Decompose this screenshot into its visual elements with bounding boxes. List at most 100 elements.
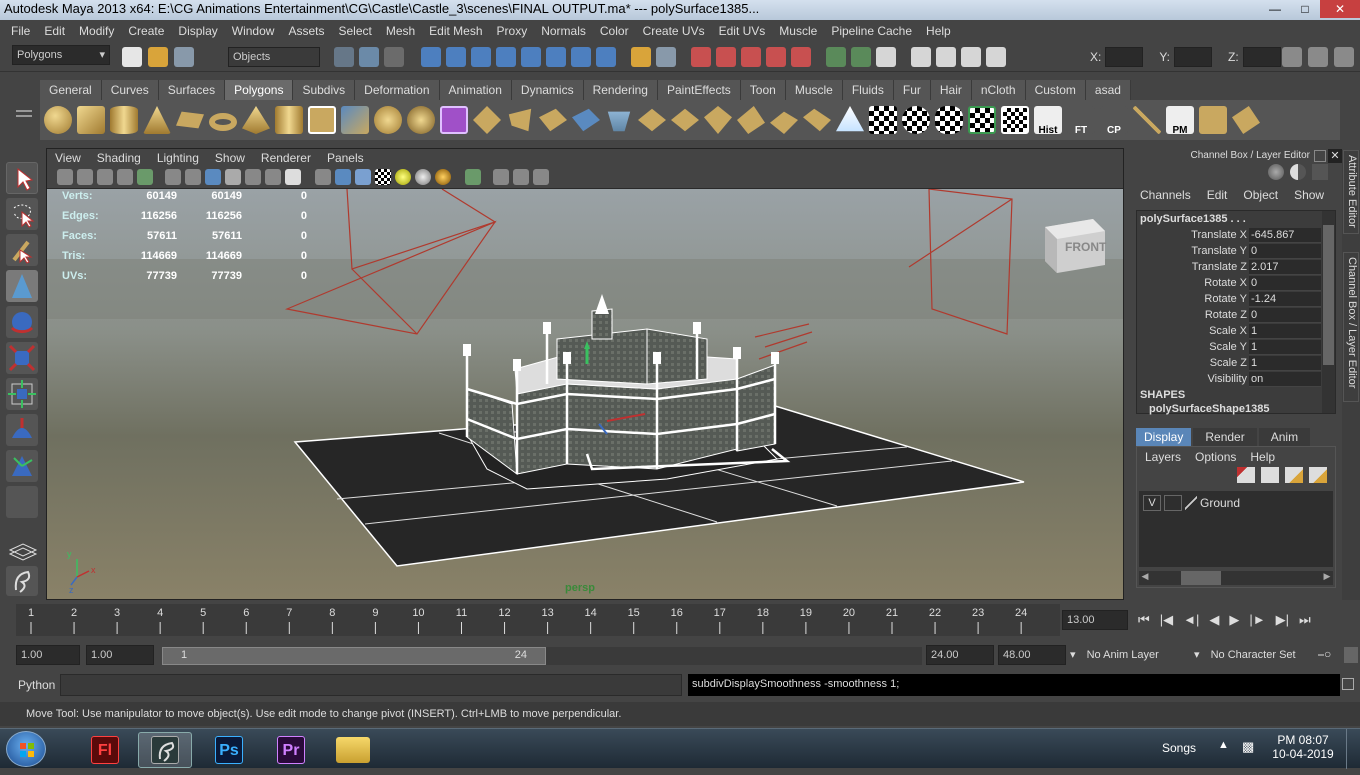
- taskbar-app-flash[interactable]: Fl: [78, 732, 132, 768]
- shelf-tab-custom[interactable]: Custom: [1025, 80, 1086, 100]
- uv-planar-map-icon[interactable]: [1001, 106, 1029, 134]
- split-polygon-icon[interactable]: [572, 108, 600, 132]
- snap-point-icon[interactable]: [741, 47, 761, 67]
- range-slider[interactable]: 1 24: [162, 647, 922, 665]
- channel-value-field[interactable]: 2.017: [1249, 259, 1321, 275]
- layout-single-icon[interactable]: [6, 538, 40, 562]
- layer-tab-render[interactable]: Render: [1193, 428, 1257, 446]
- close-panel-icon[interactable]: ✕: [1328, 149, 1342, 163]
- playback-start-field[interactable]: 1.00: [86, 645, 154, 665]
- channel-row[interactable]: Rotate X0: [1137, 275, 1335, 291]
- menu-display[interactable]: Display: [171, 24, 224, 38]
- collapse-icon[interactable]: [770, 111, 798, 134]
- pick-mask-icon[interactable]: [421, 47, 441, 67]
- channel-label[interactable]: Rotate Z: [1137, 309, 1249, 321]
- channel-value-field[interactable]: -645.867: [1249, 227, 1321, 243]
- menu-window[interactable]: Window: [225, 24, 282, 38]
- soft-modify-tool-icon[interactable]: [6, 414, 38, 446]
- new-empty-layer-icon[interactable]: [1261, 467, 1279, 483]
- shelf-tab-hair[interactable]: Hair: [930, 80, 972, 100]
- shelf-tab-painteffects[interactable]: PaintEffects: [657, 80, 741, 100]
- start-time-field[interactable]: 1.00: [16, 645, 80, 665]
- channel-value-field[interactable]: 1: [1249, 339, 1321, 355]
- poly-pipe-icon[interactable]: [275, 106, 303, 134]
- pick-dynamics-icon[interactable]: [546, 47, 566, 67]
- taskbar-app-explorer[interactable]: [326, 732, 380, 768]
- channel-value-field[interactable]: 1: [1249, 323, 1321, 339]
- bevel-icon[interactable]: [704, 106, 732, 134]
- new-layer-from-selected-icon[interactable]: [1237, 467, 1255, 483]
- smooth-shade-icon[interactable]: [335, 169, 351, 185]
- viewport-menu-show[interactable]: Show: [207, 151, 253, 165]
- shelf-tab-subdivs[interactable]: Subdivs: [293, 80, 356, 100]
- viewport-menu-panels[interactable]: Panels: [319, 151, 372, 165]
- channel-box-toggle-icon[interactable]: [1334, 47, 1354, 67]
- channel-row[interactable]: Rotate Y -1.24: [1137, 291, 1335, 307]
- tray-clock[interactable]: PM 08:07 10-04-2019: [1272, 733, 1334, 761]
- menu-proxy[interactable]: Proxy: [490, 24, 535, 38]
- channel-row[interactable]: Scale Z1: [1137, 355, 1335, 371]
- selection-mode-field[interactable]: Objects: [228, 47, 320, 67]
- menu-select[interactable]: Select: [331, 24, 378, 38]
- show-desktop-button[interactable]: [1346, 729, 1360, 769]
- lock-icon[interactable]: [631, 47, 651, 67]
- menu-normals[interactable]: Normals: [534, 24, 593, 38]
- outliner-icon[interactable]: [6, 566, 38, 596]
- bridge-icon[interactable]: [508, 108, 532, 132]
- x-field[interactable]: [1105, 47, 1144, 67]
- shelf-tab-surfaces[interactable]: Surfaces: [158, 80, 226, 100]
- shelf-tab-deformation[interactable]: Deformation: [355, 80, 440, 100]
- resolution-gate-icon[interactable]: [205, 169, 221, 185]
- poly-plane-icon[interactable]: [176, 111, 204, 129]
- layer-type-toggle[interactable]: [1164, 495, 1182, 511]
- scroll-right-icon[interactable]: ▶: [1321, 571, 1333, 585]
- channel-label[interactable]: Rotate X: [1137, 277, 1249, 289]
- viewport-menu-view[interactable]: View: [47, 151, 89, 165]
- menu-mesh[interactable]: Mesh: [379, 24, 422, 38]
- merge-icon[interactable]: [737, 106, 765, 134]
- lasso-tool-icon[interactable]: [6, 198, 38, 230]
- pm-button[interactable]: PM: [1166, 106, 1194, 136]
- isolate-select-icon[interactable]: [465, 169, 481, 185]
- uv-sphere-map-icon[interactable]: [902, 106, 930, 134]
- shelf-tab-dynamics[interactable]: Dynamics: [511, 80, 584, 100]
- render-frame-icon[interactable]: [911, 47, 931, 67]
- last-tool-icon[interactable]: [6, 486, 38, 518]
- camera-attributes-icon[interactable]: [77, 169, 93, 185]
- channel-row[interactable]: Scale X1: [1137, 323, 1335, 339]
- menu-pipeline-cache[interactable]: Pipeline Cache: [824, 24, 919, 38]
- command-language[interactable]: Python: [18, 678, 55, 692]
- float-panel-icon[interactable]: [1314, 150, 1326, 162]
- two-d-pan-icon[interactable]: [137, 169, 153, 185]
- minimize-icon[interactable]: —: [1260, 0, 1290, 18]
- channel-label[interactable]: Translate Z: [1137, 261, 1249, 273]
- select-object-icon[interactable]: [359, 47, 379, 67]
- channel-row[interactable]: Visibility on: [1137, 371, 1335, 387]
- snap-grid-icon[interactable]: [691, 47, 711, 67]
- menu-color[interactable]: Color: [593, 24, 636, 38]
- layer-row[interactable]: V Ground: [1139, 491, 1333, 515]
- start-button[interactable]: [6, 731, 46, 767]
- snap-curve-icon[interactable]: [716, 47, 736, 67]
- anim-prefs-icon[interactable]: [1344, 647, 1358, 663]
- channel-label[interactable]: Scale X: [1137, 325, 1249, 337]
- shelf-tab-rendering[interactable]: Rendering: [583, 80, 658, 100]
- extrude-icon[interactable]: [473, 106, 501, 134]
- uv-automatic-map-icon[interactable]: [968, 106, 996, 134]
- shelf-tab-asad[interactable]: asad: [1085, 80, 1131, 100]
- attribute-editor-toggle-icon[interactable]: [1282, 47, 1302, 67]
- viewport-menu-lighting[interactable]: Lighting: [149, 151, 207, 165]
- channel-label[interactable]: Translate X: [1137, 229, 1249, 241]
- attribute-editor-tab[interactable]: Attribute Editor: [1343, 150, 1359, 234]
- shelf-tab-fluids[interactable]: Fluids: [842, 80, 894, 100]
- menu-file[interactable]: File: [4, 24, 37, 38]
- uv-editor-icon[interactable]: [869, 106, 897, 134]
- key-icon[interactable]: ⎯○: [1318, 647, 1331, 662]
- poly-cube-purple-icon[interactable]: [440, 106, 468, 134]
- ipr-render-icon[interactable]: [936, 47, 956, 67]
- channel-row[interactable]: Translate X -645.867: [1137, 227, 1335, 243]
- menu-edit-mesh[interactable]: Edit Mesh: [422, 24, 489, 38]
- menu-create-uvs[interactable]: Create UVs: [636, 24, 712, 38]
- append-polygon-icon[interactable]: [539, 108, 567, 132]
- channel-row[interactable]: Translate Z 2.017: [1137, 259, 1335, 275]
